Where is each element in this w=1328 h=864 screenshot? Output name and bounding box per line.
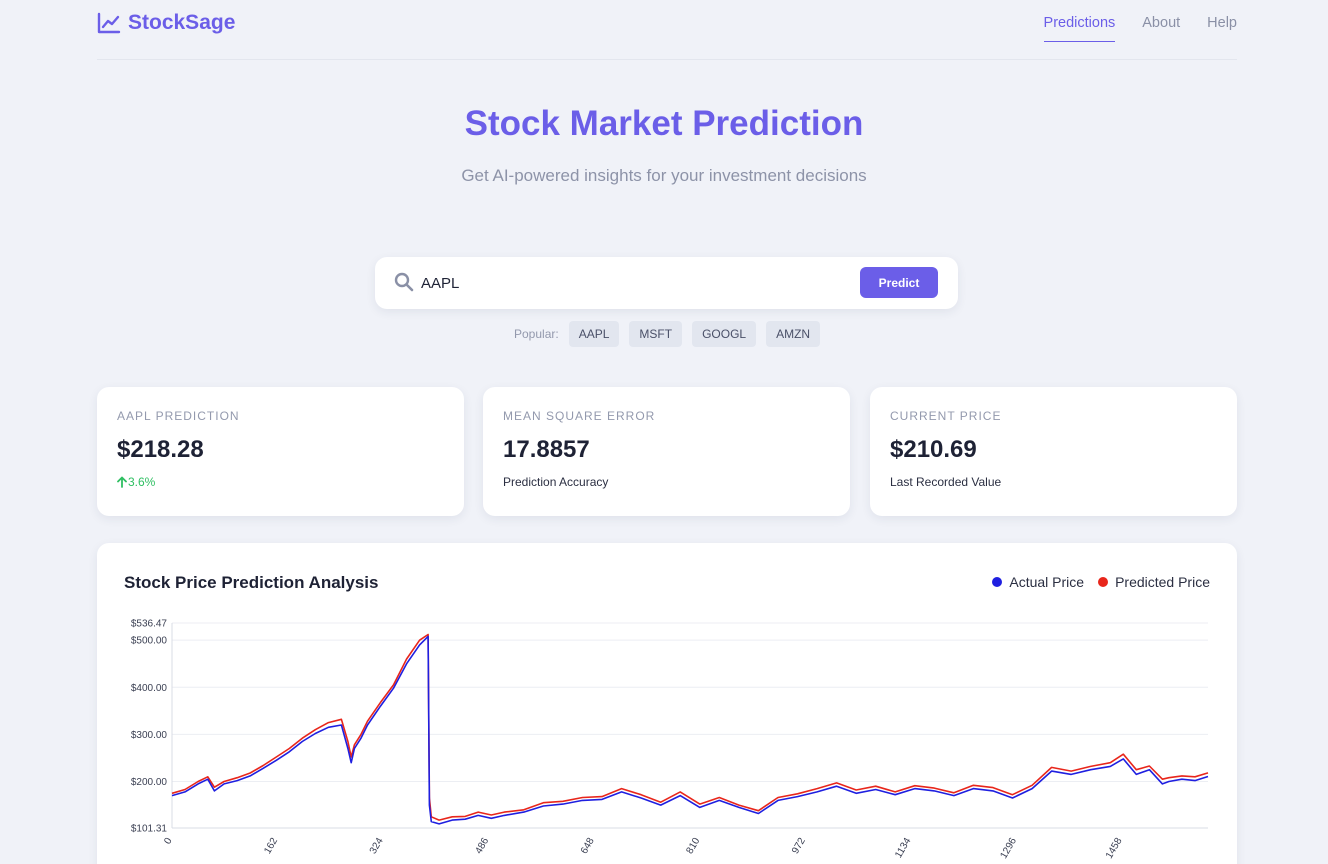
popular-chip-msft[interactable]: MSFT — [629, 321, 683, 347]
mse-card: MEAN SQUARE ERROR 17.8857 Prediction Acc… — [483, 387, 850, 516]
popular-chip-amzn[interactable]: AMZN — [766, 321, 821, 347]
x-tick-label: 324 — [368, 836, 386, 856]
nav-help[interactable]: Help — [1207, 15, 1237, 42]
nav-predictions[interactable]: Predictions — [1043, 15, 1116, 42]
main-nav: Predictions About Help — [1043, 15, 1237, 42]
top-navbar: StockSage Predictions About Help — [97, 0, 1237, 60]
card-label: CURRENT PRICE — [890, 409, 1002, 423]
popular-chip-googl[interactable]: GOOGL — [692, 321, 757, 347]
x-tick-label: 648 — [579, 836, 597, 856]
prediction-card: AAPL PREDICTION $218.28 3.6% — [97, 387, 464, 516]
change-indicator: 3.6% — [117, 475, 444, 489]
page-title: Stock Market Prediction — [464, 104, 864, 143]
y-tick-label: $536.47 — [131, 619, 168, 630]
x-tick-label: 1296 — [998, 836, 1019, 861]
popular-label: Popular: — [514, 327, 559, 341]
x-tick-label: 1458 — [1104, 836, 1125, 861]
card-note: Prediction Accuracy — [503, 475, 609, 489]
y-tick-label: $400.00 — [131, 683, 168, 694]
x-tick-label: 162 — [262, 836, 280, 856]
y-tick-label: $300.00 — [131, 730, 168, 741]
x-tick-label: 0 — [162, 836, 175, 847]
mse-value: 17.8857 — [503, 436, 590, 463]
card-label: AAPL PREDICTION — [117, 409, 240, 423]
series-line-actual — [171, 635, 1209, 825]
popular-chip-aapl[interactable]: AAPL — [568, 321, 620, 347]
x-tick-label: 972 — [790, 836, 808, 856]
current-price-card: CURRENT PRICE $210.69 Last Recorded Valu… — [870, 387, 1237, 516]
y-tick-label: $500.00 — [131, 636, 168, 647]
brand-name: StockSage — [128, 11, 236, 34]
current-price-value: $210.69 — [890, 436, 977, 463]
predict-button[interactable]: Predict — [860, 267, 938, 298]
x-tick-label: 1134 — [893, 836, 913, 861]
y-tick-label: $200.00 — [131, 777, 168, 788]
chart-line-icon — [97, 12, 121, 34]
popular-tickers: Popular: AAPL MSFT GOOGL AMZN — [514, 321, 821, 347]
predicted-price-value: $218.28 — [117, 436, 204, 463]
y-tick-label: $101.31 — [131, 824, 168, 835]
ticker-search-input[interactable] — [421, 271, 841, 295]
page-subtitle: Get AI-powered insights for your investm… — [461, 166, 867, 185]
arrow-up-icon — [117, 476, 127, 488]
chart-card: Stock Price Prediction Analysis Actual P… — [97, 543, 1237, 864]
card-note: Last Recorded Value — [890, 475, 1002, 489]
nav-about[interactable]: About — [1142, 15, 1180, 42]
brand-logo[interactable]: StockSage — [97, 11, 235, 35]
x-tick-label: 486 — [473, 836, 491, 856]
x-tick-label: 810 — [685, 836, 703, 856]
search-bar: Predict — [375, 257, 958, 309]
price-chart[interactable]: $101.31 $200.00 $300.00 $400.00 $500.00 $536.… — [97, 543, 1237, 864]
search-icon — [394, 272, 414, 292]
card-label: MEAN SQUARE ERROR — [503, 409, 656, 423]
change-percent: 3.6% — [128, 475, 156, 489]
